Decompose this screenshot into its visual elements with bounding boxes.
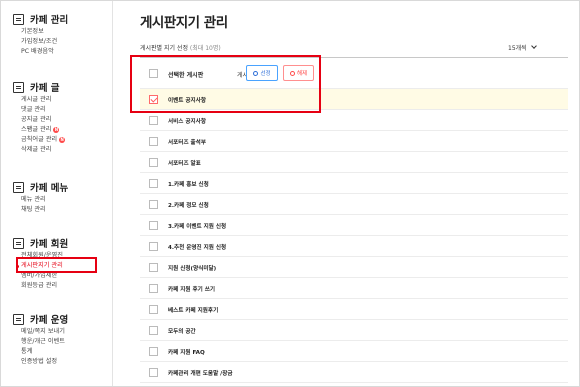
section-header[interactable]: 카페 글 [13, 80, 60, 94]
board-name: 베스트 카페 지원후기 [168, 308, 219, 314]
item-label: 금칙어글 관리 [21, 136, 58, 143]
board-name: 카페관리 개편 도움말 /장금 [168, 371, 233, 377]
board-name: 3.카페 이벤트 지원 신청 [168, 224, 227, 230]
table-row[interactable]: 서포터즈 출석부 [140, 131, 568, 152]
row-checkbox[interactable] [149, 347, 158, 356]
sidebar-item-banned-words[interactable]: 금칙어글 관리 N [21, 136, 66, 144]
per-page-dropdown[interactable]: 15개씩 [508, 43, 537, 52]
row-checkbox[interactable] [149, 368, 158, 377]
board-name: 2.카페 정모 신청 [168, 203, 209, 209]
row-checkbox[interactable] [149, 221, 158, 230]
sidebar-item-member-grade[interactable]: 회원등급 관리 [21, 282, 57, 290]
row-checkbox[interactable] [149, 137, 158, 146]
board-name: 카페 지원 FAQ [168, 350, 205, 356]
board-name: 서포터즈 출석부 [168, 140, 206, 146]
board-name: 지원 신청(양식미달) [168, 266, 217, 272]
sidebar-item-pc-bgm[interactable]: PC 배경음악 [21, 48, 54, 56]
row-checkbox[interactable] [149, 116, 158, 125]
table-row[interactable]: 서비스 공지사항 [140, 110, 568, 131]
new-badge: N [53, 126, 60, 133]
row-checkbox[interactable] [149, 158, 158, 167]
section-title: 카페 운영 [30, 315, 69, 326]
sidebar-item-spam[interactable]: 스팸글 관리 N [21, 126, 60, 134]
section-header[interactable]: 카페 관리 [13, 12, 68, 26]
sidebar-item-auth[interactable]: 인증방법 설정 [21, 358, 57, 366]
toolbar-text: 게시판별 지기 선정 [140, 45, 188, 52]
sidebar: 카페 관리 기본정보 가입정보/조건 PC 배경음악 카페 글 게시글 관리 댓… [1, 1, 113, 386]
document-icon [13, 81, 24, 93]
row-checkbox[interactable] [149, 284, 158, 293]
sidebar-item-join-info[interactable]: 가입정보/조건 [21, 38, 57, 46]
row-checkbox[interactable] [149, 305, 158, 314]
section-title: 카페 회원 [30, 239, 69, 250]
members-icon [13, 237, 24, 249]
table-row[interactable]: 모두의 공간 [140, 320, 568, 341]
table-row[interactable]: 지원 신청(양식미달) [140, 257, 568, 278]
sidebar-item-chat[interactable]: 채팅 관리 [21, 206, 46, 214]
table-row[interactable]: 4.추천 운영진 지원 신청 [140, 236, 568, 257]
per-page-value: 15개씩 [508, 45, 527, 52]
sidebar-item-menu[interactable]: 메뉴 관리 [21, 196, 46, 204]
section-header[interactable]: 카페 회원 [13, 236, 68, 250]
new-badge: N [59, 136, 66, 143]
sidebar-item-notices[interactable]: 공지글 관리 [21, 116, 51, 124]
page-title: 게시판지기 관리 [140, 15, 228, 31]
sidebar-item-stats[interactable]: 통계 [21, 348, 32, 356]
toolbar-hint: (최대 10명) [189, 45, 221, 52]
table-row[interactable]: 카페관리 개편 도움말 /장금 [140, 362, 568, 383]
section-title: 카페 관리 [30, 15, 69, 26]
board-name: 서포터즈 알표 [168, 161, 201, 167]
row-checkbox[interactable] [149, 326, 158, 335]
board-name: 모두의 공간 [168, 329, 196, 335]
sidebar-item-mail[interactable]: 메일/쪽지 보내기 [21, 328, 65, 336]
toolbar-label: 게시판별 지기 선정 (최대 10명) [140, 43, 221, 52]
section-title: 카페 메뉴 [30, 183, 69, 194]
board-name: 서비스 공지사항 [168, 119, 206, 125]
sidebar-item-posts[interactable]: 게시글 관리 [21, 96, 51, 104]
table-row[interactable]: 베스트 카페 지원후기 [140, 299, 568, 320]
sidebar-item-events[interactable]: 행운/개근 이벤트 [21, 338, 65, 346]
section-header[interactable]: 카페 운영 [13, 312, 68, 326]
operation-icon [13, 313, 24, 325]
sidebar-item-comments[interactable]: 댓글 관리 [21, 106, 46, 114]
menu-icon [13, 181, 24, 193]
table-row[interactable]: 1.카페 홍보 신청 [140, 173, 568, 194]
table-row[interactable]: 서포터즈 알표 [140, 152, 568, 173]
row-checkbox[interactable] [149, 263, 158, 272]
highlight-box-sidebar [16, 257, 97, 273]
chevron-down-icon [530, 43, 537, 49]
sidebar-item-deleted[interactable]: 삭제글 관리 [21, 146, 51, 154]
section-title: 카페 글 [30, 83, 60, 94]
sidebar-item-member-restrict[interactable]: 멤버/가입제한 [21, 272, 57, 280]
sidebar-item-basic-info[interactable]: 기본정보 [21, 28, 44, 36]
table-row[interactable]: 2.카페 정모 신청 [140, 194, 568, 215]
board-name: 1.카페 홍보 신청 [168, 182, 209, 188]
highlight-box-header [130, 55, 321, 113]
table-row[interactable]: 3.카페 이벤트 지원 신청 [140, 215, 568, 236]
board-name: 카페 지원 후기 쓰기 [168, 287, 216, 293]
settings-icon [13, 13, 24, 25]
row-checkbox[interactable] [149, 242, 158, 251]
item-label: 스팸글 관리 [21, 126, 52, 133]
board-name: 4.추천 운영진 지원 신청 [168, 245, 227, 251]
table-row[interactable]: 카페 지원 FAQ [140, 341, 568, 362]
table-row[interactable]: 카페 지원 후기 쓰기 [140, 278, 568, 299]
row-checkbox[interactable] [149, 179, 158, 188]
row-checkbox[interactable] [149, 200, 158, 209]
section-header[interactable]: 카페 메뉴 [13, 180, 68, 194]
